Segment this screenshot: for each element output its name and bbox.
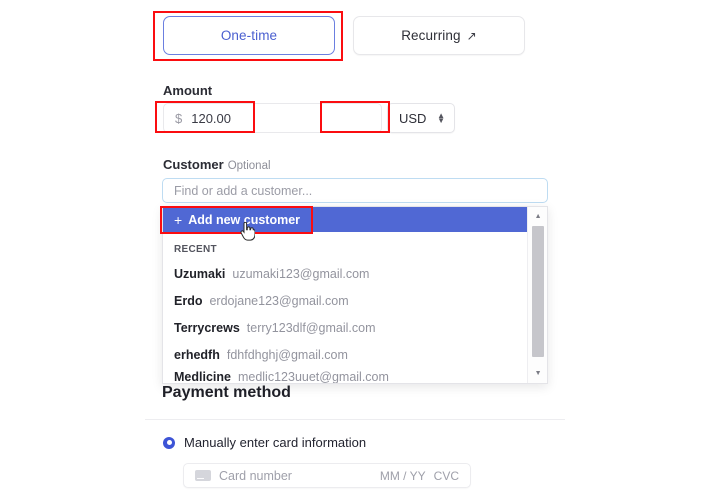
list-item[interactable]: Medlicine medlic123uuet@gmail.com xyxy=(163,366,389,384)
mouse-cursor-pointer-icon xyxy=(240,222,255,241)
customer-email: erdojane123@gmail.com xyxy=(209,293,349,308)
payment-type-tabs: One-time Recurring ↗ xyxy=(163,16,525,55)
amount-input-tail[interactable] xyxy=(320,103,382,133)
customer-email: terry123dlf@gmail.com xyxy=(246,320,376,335)
amount-input[interactable]: $ 120.00 xyxy=(163,103,320,133)
dropdown-scrollbar[interactable]: ▲ ▼ xyxy=(527,207,547,383)
customer-name: Erdo xyxy=(174,293,203,308)
payment-form-page: One-time Recurring ↗ Amount $ 120.00 USD… xyxy=(0,0,726,500)
tab-recurring-label: Recurring xyxy=(401,28,461,43)
tab-one-time-label: One-time xyxy=(220,28,278,43)
currency-symbol: $ xyxy=(175,110,183,126)
credit-card-icon xyxy=(195,470,211,481)
customer-email: uzumaki123@gmail.com xyxy=(232,266,370,281)
amount-label: Amount xyxy=(163,83,213,98)
currency-select[interactable]: USD ▲ ▼ xyxy=(387,103,455,133)
list-item[interactable]: Uzumaki uzumaki123@gmail.com xyxy=(163,260,527,287)
customer-email: medlic123uuet@gmail.com xyxy=(237,370,389,384)
customer-name: Terrycrews xyxy=(174,320,240,335)
manual-card-radio-label: Manually enter card information xyxy=(184,435,367,450)
customer-dropdown-list: + Add new customer RECENT Uzumaki uzumak… xyxy=(163,207,528,384)
customer-email: fdhfdhghj@gmail.com xyxy=(226,347,348,362)
list-item[interactable]: erhedfh fdhfdhghj@gmail.com xyxy=(163,341,527,368)
customer-search-input[interactable]: Find or add a customer... xyxy=(162,178,548,203)
manual-card-radio-option[interactable]: Manually enter card information xyxy=(163,435,366,450)
recent-section-header: RECENT xyxy=(174,244,217,255)
card-number-placeholder: Card number xyxy=(219,468,292,483)
plus-icon: + xyxy=(174,211,183,228)
card-cvc-placeholder: CVC xyxy=(433,468,459,483)
customer-name: Medlicine xyxy=(174,370,231,384)
card-expiry-placeholder: MM / YY xyxy=(379,468,426,483)
customer-name: Uzumaki xyxy=(174,266,226,281)
caret-down-icon[interactable]: ▼ xyxy=(528,366,547,381)
amount-value: 120.00 xyxy=(191,110,231,126)
list-item[interactable]: Erdo erdojane123@gmail.com xyxy=(163,287,527,314)
chevron-up-down-icon: ▲ ▼ xyxy=(437,111,445,125)
currency-select-value: USD xyxy=(399,110,427,126)
radio-selected-icon[interactable] xyxy=(163,436,175,449)
amount-row: $ 120.00 USD ▲ ▼ xyxy=(163,103,455,133)
customer-label: Customer Optional xyxy=(163,157,271,172)
payment-method-title: Payment method xyxy=(162,384,291,401)
tab-recurring[interactable]: Recurring ↗ xyxy=(353,16,525,55)
divider xyxy=(145,419,565,420)
scrollbar-thumb[interactable] xyxy=(532,226,545,357)
customer-name: erhedfh xyxy=(174,347,220,362)
add-new-customer-option[interactable]: + Add new customer xyxy=(163,207,528,232)
customer-optional-text: Optional xyxy=(227,160,271,172)
list-item[interactable]: Terrycrews terry123dlf@gmail.com xyxy=(163,314,527,341)
card-number-input[interactable]: Card number MM / YY CVC xyxy=(183,463,471,488)
customer-search-placeholder: Find or add a customer... xyxy=(174,183,313,198)
customer-label-text: Customer xyxy=(163,157,224,172)
external-link-arrow-icon: ↗ xyxy=(466,28,477,43)
customer-dropdown: + Add new customer RECENT Uzumaki uzumak… xyxy=(162,206,548,384)
caret-up-icon[interactable]: ▲ xyxy=(528,209,547,224)
tab-one-time[interactable]: One-time xyxy=(163,16,335,55)
